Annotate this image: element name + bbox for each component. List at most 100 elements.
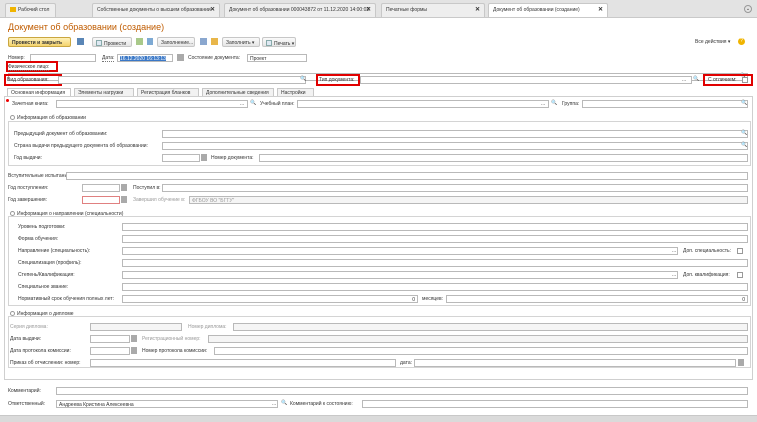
post-and-close-button[interactable]: Провести и закрыть [8, 37, 71, 47]
protocol-date-input[interactable] [90, 347, 130, 355]
level-input[interactable] [122, 223, 748, 231]
responsible-input[interactable]: Андреева Кристина Алексеевна [56, 400, 278, 408]
print-button[interactable]: Печать ▾ [262, 37, 296, 47]
specialization-label: Специализация (профиль): [18, 260, 82, 266]
degree-label: Степень/Квалификация: [18, 272, 75, 278]
printer-icon [266, 40, 272, 46]
ellipsis-button[interactable]: ... [541, 101, 545, 107]
diploma-series-field[interactable] [90, 323, 182, 331]
special-title-label: Специальное звание: [18, 284, 69, 290]
post-icon [96, 40, 102, 46]
tab-blank-registration[interactable]: Регистрация бланков [137, 88, 199, 96]
table-icon[interactable] [200, 38, 207, 45]
expel-order-input[interactable] [90, 359, 396, 367]
entrance-input[interactable] [66, 172, 748, 180]
issue-date-label: Дата выдачи: [10, 336, 42, 342]
tab-own-documents[interactable]: Собственные документы о высшем образован… [92, 3, 220, 17]
calendar-icon[interactable] [131, 347, 137, 354]
calendar-icon[interactable] [738, 359, 744, 366]
search-icon[interactable]: 🔍 [741, 130, 747, 138]
tab-desktop[interactable]: Рабочий стол [5, 3, 56, 17]
direction-label: Направление (специальность): [18, 248, 91, 254]
special-title-input[interactable] [122, 283, 748, 291]
search-icon[interactable]: 🔍 [741, 100, 747, 108]
help-icon[interactable]: ? [738, 38, 745, 45]
tab-settings[interactable]: Настройки [277, 88, 314, 96]
ellipsis-button[interactable]: ... [672, 248, 676, 254]
tab-document-create[interactable]: Документ об образовании (создание) ✕ [488, 3, 608, 17]
finished-in-field[interactable]: ФГБОУ ВО "БГТУ" [189, 196, 748, 204]
study-plan-input[interactable] [297, 100, 549, 108]
protocol-number-input[interactable] [214, 347, 748, 355]
close-icon[interactable]: ✕ [475, 6, 480, 13]
tab-print-forms[interactable]: Печатные формы ✕ [381, 3, 485, 17]
months-input[interactable]: 0 [446, 295, 748, 303]
search-icon[interactable]: 🔍 [741, 142, 747, 150]
ellipsis-button[interactable]: ... [682, 77, 686, 83]
chevron-down-icon[interactable]: ⌄ [744, 5, 752, 13]
folder-icon[interactable] [211, 38, 218, 45]
record-book-label: Зачетная книга: [12, 101, 49, 107]
group-input[interactable] [582, 100, 748, 108]
search-icon[interactable]: 🔍 [250, 100, 256, 108]
search-icon[interactable]: 🔍 [693, 76, 699, 84]
comment-input[interactable] [56, 387, 748, 395]
norm-years-input[interactable]: 0 [122, 295, 418, 303]
state-comment-input[interactable] [362, 400, 748, 408]
post-button[interactable]: Провести [92, 37, 132, 47]
degree-input[interactable] [122, 271, 678, 279]
diploma-number-label: Номер диплома: [188, 324, 227, 330]
form-input[interactable] [122, 235, 748, 243]
doc-kind-input[interactable] [58, 76, 306, 84]
structure-icon[interactable] [136, 38, 143, 45]
calendar-icon[interactable] [121, 184, 127, 191]
calendar-icon[interactable] [201, 154, 207, 161]
all-actions-menu[interactable]: Все действия ▾ [695, 39, 730, 45]
fill-menu-button[interactable]: Заполнить ▾ [222, 37, 260, 47]
entered-to-label: Поступил в: [133, 185, 161, 191]
doc-kind-label: Вид образования: [7, 77, 49, 83]
record-book-input[interactable] [56, 100, 248, 108]
calendar-icon[interactable] [131, 335, 137, 342]
ellipsis-button[interactable]: ... [240, 101, 244, 107]
specialization-input[interactable] [122, 259, 748, 267]
search-icon[interactable]: 🔍 [300, 76, 306, 84]
state-field[interactable]: Проект [247, 54, 307, 62]
save-icon[interactable] [77, 38, 84, 45]
close-icon[interactable]: ✕ [366, 6, 371, 13]
close-icon[interactable]: ✕ [210, 6, 215, 13]
search-icon[interactable]: 🔍 [281, 400, 287, 408]
year-enter-input[interactable] [82, 184, 120, 192]
ellipsis-button[interactable]: ... [672, 272, 676, 278]
collapse-icon [10, 115, 15, 120]
entered-to-input[interactable] [162, 184, 748, 192]
tab-extra-info[interactable]: Дополнительные сведения [202, 88, 274, 96]
tab-document-43872[interactable]: Документ об образовании 000043872 от 11.… [224, 3, 376, 17]
calendar-icon[interactable] [121, 196, 127, 203]
ellipsis-button[interactable]: ... [272, 401, 276, 407]
tab-main-info[interactable]: Основная информация [7, 88, 71, 96]
tab-load-elements[interactable]: Элементы нагрузки [74, 88, 134, 96]
doc-number-input[interactable] [259, 154, 748, 162]
year-issue-input[interactable] [162, 154, 200, 162]
close-icon[interactable]: ✕ [598, 6, 603, 13]
year-finish-input[interactable] [82, 196, 120, 204]
extra-qual-checkbox[interactable] [737, 272, 743, 278]
doc-type-input[interactable] [360, 76, 692, 84]
direction-input[interactable] [122, 247, 678, 255]
responsible-label: Ответственный: [8, 401, 46, 407]
search-icon[interactable]: 🔍 [551, 100, 557, 108]
report-icon[interactable] [147, 38, 153, 45]
prev-doc-input[interactable] [162, 130, 748, 138]
issue-date-input[interactable] [90, 335, 130, 343]
person-label: Физическое лицо: [8, 64, 50, 71]
fill-dialog-button[interactable]: Заполнение... [157, 37, 195, 47]
expel-date-input[interactable] [414, 359, 736, 367]
diploma-number-field[interactable] [233, 323, 748, 331]
prev-country-input[interactable] [162, 142, 748, 150]
honors-checkbox[interactable] [742, 77, 748, 83]
reg-number-field[interactable] [208, 335, 748, 343]
extra-spec-checkbox[interactable] [737, 248, 743, 254]
calendar-icon[interactable] [177, 54, 184, 61]
date-input[interactable]: 16.12.2020 16:13:13 [117, 54, 173, 62]
